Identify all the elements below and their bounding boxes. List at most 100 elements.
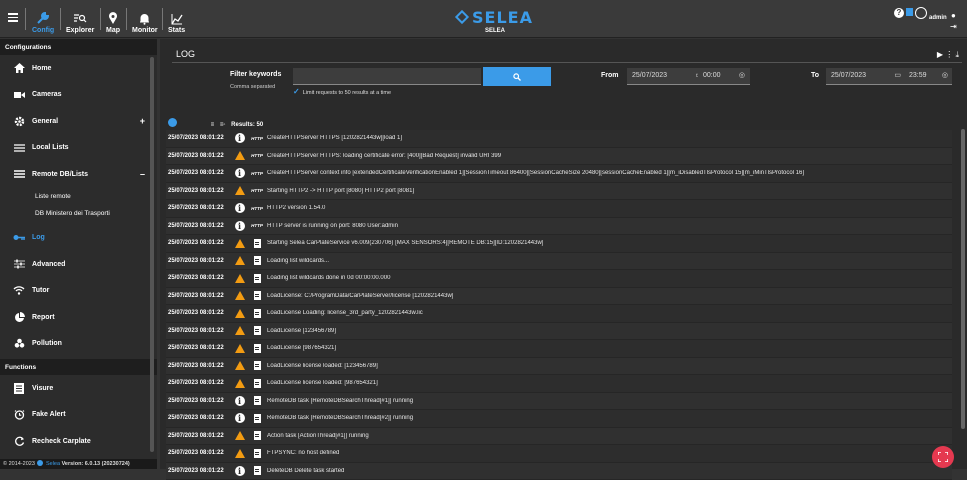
table-row[interactable]: 25/07/2023 08:01:22Loading list wildcard…	[166, 253, 952, 271]
sidebar-item-visure[interactable]: Visure	[0, 375, 157, 402]
row-source: HTTP	[247, 136, 267, 141]
nav-label: Map	[106, 27, 120, 34]
sidebar-item-label: DB Ministero dei Trasporti	[35, 210, 110, 217]
users-icon[interactable]: ●	[951, 11, 956, 20]
nav-config[interactable]: Config	[32, 4, 54, 34]
user-name[interactable]: admin	[929, 15, 947, 21]
sidebar-item-log[interactable]: Log	[0, 225, 157, 252]
warning-icon	[235, 326, 245, 335]
search-button[interactable]	[483, 67, 551, 86]
row-source	[247, 396, 267, 405]
table-row[interactable]: 25/07/2023 08:01:22HTTPStarting HTTP2 ->…	[166, 183, 952, 201]
sidebar-item-label: Remote DB/Lists	[32, 171, 88, 178]
table-row[interactable]: 25/07/2023 08:01:22iRemoteDB task [Remot…	[166, 393, 952, 411]
table-row[interactable]: 25/07/2023 08:01:22LoadLicense: C:/Progr…	[166, 288, 952, 306]
table-row[interactable]: 25/07/2023 08:01:22iDeleteDB Delete task…	[166, 463, 952, 480]
sidebar-item-fake-alert[interactable]: Fake Alert	[0, 402, 157, 429]
from-date-input[interactable]: 25/07/2023 ▭	[627, 68, 707, 85]
divider	[100, 8, 101, 30]
table-row[interactable]: 25/07/2023 08:01:22iHTTPHTTP2 version 1.…	[166, 200, 952, 218]
fullscreen-button[interactable]	[932, 446, 954, 468]
sidebar-item-db-ministero[interactable]: DB Ministero dei Trasporti	[0, 205, 157, 222]
table-row[interactable]: 25/07/2023 08:01:22iHTTPHTTP server is r…	[166, 218, 952, 236]
row-source	[247, 344, 267, 353]
notes-icon[interactable]	[906, 8, 913, 16]
filter-input[interactable]	[293, 68, 481, 85]
hamburger-menu-icon[interactable]	[8, 13, 18, 22]
nav-label: Monitor	[132, 27, 158, 34]
table-row[interactable]: 25/07/2023 08:01:22Loading list wildcard…	[166, 270, 952, 288]
table-row[interactable]: 25/07/2023 08:01:22iRemoteDB task [Remot…	[166, 410, 952, 428]
warning-icon	[235, 361, 245, 370]
calendar-icon[interactable]: ▭	[894, 71, 901, 79]
table-row[interactable]: 25/07/2023 08:01:22HTTPCreateHTTPServer …	[166, 148, 952, 166]
nav-stats[interactable]: Stats	[168, 4, 185, 34]
from-time-input[interactable]: 00:00 ◎	[698, 68, 750, 85]
sidebar-item-general[interactable]: General +	[0, 108, 157, 135]
sidebar: Configurations Home Cameras General + Lo…	[0, 39, 157, 469]
logout-icon[interactable]: ⇥	[950, 22, 957, 31]
help-icon[interactable]: ?	[894, 8, 904, 18]
sidebar-scrollbar[interactable]	[150, 57, 154, 452]
play-icon[interactable]: ▶	[937, 50, 943, 59]
sidebar-item-advanced[interactable]: Advanced	[0, 251, 157, 278]
warning-icon	[235, 256, 245, 265]
row-level	[232, 309, 247, 318]
sidebar-item-remote-db[interactable]: Remote DB/Lists –	[0, 161, 157, 188]
map-pin-icon	[108, 12, 118, 25]
search-list-icon[interactable]: ≡◦	[220, 122, 226, 128]
table-row[interactable]: 25/07/2023 08:01:22LoadLicense license l…	[166, 375, 952, 393]
sidebar-item-pollution[interactable]: Pollution	[0, 331, 157, 358]
row-timestamp: 25/07/2023 08:01:22	[166, 345, 232, 351]
table-row[interactable]: 25/07/2023 08:01:22Starting Selea CarPla…	[166, 235, 952, 253]
table-row[interactable]: 25/07/2023 08:01:22FTPSYNC: no host defi…	[166, 445, 952, 463]
sidebar-item-tutor[interactable]: Tutor	[0, 278, 157, 305]
warning-icon	[235, 274, 245, 283]
warning-icon	[235, 239, 245, 248]
log-scrollbar[interactable]	[961, 129, 965, 429]
sidebar-item-recheck-carplate[interactable]: Recheck Carplate	[0, 428, 157, 455]
user-filter-icon[interactable]	[168, 118, 177, 127]
row-message: HTTP2 version 1.54.0	[267, 205, 947, 211]
row-timestamp: 25/07/2023 08:01:22	[166, 240, 232, 246]
sidebar-item-cameras[interactable]: Cameras	[0, 82, 157, 109]
row-source	[247, 449, 267, 458]
sidebar-item-home[interactable]: Home	[0, 55, 157, 82]
biohazard-icon	[13, 338, 25, 350]
clock-icon	[13, 409, 25, 421]
filter-icon[interactable]: ⋮	[945, 50, 953, 59]
sidebar-item-liste-remote[interactable]: Liste remote	[0, 188, 157, 205]
to-time-input[interactable]: 23:59 ◎	[904, 68, 952, 85]
divider	[60, 8, 61, 30]
limit-label: Limit requests to 50 results at a time	[303, 90, 391, 96]
nav-map[interactable]: Map	[106, 4, 120, 34]
row-level	[232, 151, 247, 160]
from-date-value: 25/07/2023	[632, 72, 667, 79]
table-row[interactable]: 25/07/2023 08:01:22LoadLicense [98765432…	[166, 340, 952, 358]
table-row[interactable]: 25/07/2023 08:01:22LoadLicense license l…	[166, 358, 952, 376]
sidebar-item-local-lists[interactable]: Local Lists	[0, 135, 157, 162]
selea-small-logo-icon	[37, 460, 43, 466]
table-row[interactable]: 25/07/2023 08:01:22iHTTPCreateHTTPServer…	[166, 165, 952, 183]
clock-icon[interactable]: ◎	[942, 71, 948, 79]
table-row[interactable]: 25/07/2023 08:01:22iHTTPCreateHTTPServer…	[166, 130, 952, 148]
row-source: HTTP	[247, 171, 267, 176]
profile-icon[interactable]	[915, 7, 927, 19]
nav-explorer[interactable]: Explorer	[66, 4, 94, 34]
clock-icon[interactable]: ◎	[739, 71, 745, 79]
expand-all-icon[interactable]: ≡	[211, 122, 215, 128]
expand-toggle[interactable]: +	[140, 116, 145, 126]
wifi-icon	[13, 285, 25, 297]
table-row[interactable]: 25/07/2023 08:01:22LoadLicense [12345678…	[166, 323, 952, 341]
sidebar-item-report[interactable]: Report	[0, 304, 157, 331]
row-level	[232, 431, 247, 440]
row-message: FTPSYNC: no host defined	[267, 450, 947, 456]
row-timestamp: 25/07/2023 08:01:22	[166, 258, 232, 264]
download-icon[interactable]: ⤓	[955, 50, 959, 59]
to-date-input[interactable]: 25/07/2023 ▭	[826, 68, 906, 85]
table-row[interactable]: 25/07/2023 08:01:22LoadLicense Loading: …	[166, 305, 952, 323]
limit-checkbox[interactable]: ✓Limit requests to 50 results at a time	[293, 87, 391, 96]
nav-monitor[interactable]: Monitor	[132, 4, 158, 34]
table-row[interactable]: 25/07/2023 08:01:22Action task [ActionTh…	[166, 428, 952, 446]
collapse-toggle[interactable]: –	[140, 169, 145, 179]
